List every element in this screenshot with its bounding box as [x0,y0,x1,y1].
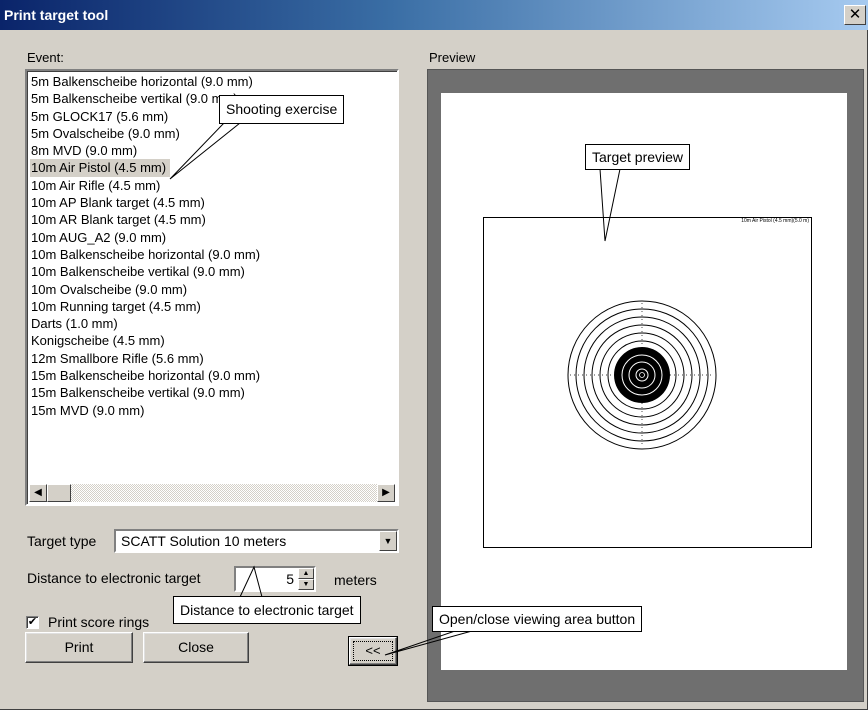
list-item-label: 15m Balkenscheibe vertikal (9.0 mm) [31,385,245,401]
distance-value[interactable]: 5 [286,571,294,587]
list-item[interactable]: 10m AR Blank target (4.5 mm) [30,211,395,228]
list-item-label: 15m Balkenscheibe horizontal (9.0 mm) [31,368,261,384]
list-item[interactable]: 8m MVD (9.0 mm) [30,142,395,159]
close-icon[interactable]: ✕ [844,5,866,25]
target-header: 10m Air Pistol (4.5 mm)(5.0 m) [741,218,809,224]
target-sheet: 10m Air Pistol (4.5 mm)(5.0 m) [483,217,812,548]
callout-shooting-exercise: Shooting exercise [219,95,345,124]
close-button[interactable]: Close [143,632,249,663]
target-type-value: SCATT Solution 10 meters [121,533,287,549]
print-score-rings-checkbox[interactable]: ✔ [26,616,39,629]
list-item-label: 10m Balkenscheibe horizontal (9.0 mm) [31,246,261,262]
list-item-label: 5m Balkenscheibe vertikal (9.0 mm) [31,91,238,107]
list-item-label: 10m AUG_A2 (9.0 mm) [31,229,167,245]
event-listbox[interactable]: 5m Balkenscheibe horizontal (9.0 mm) 5m B… [25,69,399,506]
list-item[interactable]: 10m Air Pistol (4.5 mm) [30,159,395,177]
list-item[interactable]: 15m MVD (9.0 mm) [30,402,395,419]
spin-down-icon[interactable]: ▼ [298,579,314,590]
title-bar: Print target tool ✕ [0,0,868,30]
list-item-label: 8m MVD (9.0 mm) [31,143,138,159]
list-item-label: 10m Running target (4.5 mm) [31,298,201,314]
toggle-preview-label: << [353,641,393,661]
target-rings-icon [567,300,717,450]
list-item[interactable]: 10m AUG_A2 (9.0 mm) [30,229,395,246]
preview-label: Preview [429,50,476,65]
list-item-label: 5m Ovalscheibe (9.0 mm) [31,125,180,141]
list-item-label: 10m AP Blank target (4.5 mm) [31,195,205,211]
list-item-label: 5m GLOCK17 (5.6 mm) [31,108,169,124]
list-item-label: 10m Balkenscheibe vertikal (9.0 mm) [31,264,245,280]
scroll-right-icon[interactable]: ▶ [377,484,395,502]
list-item[interactable]: Konigscheibe (4.5 mm) [30,332,395,349]
list-item[interactable]: 15m Balkenscheibe vertikal (9.0 mm) [30,384,395,401]
list-item[interactable]: 15m Balkenscheibe horizontal (9.0 mm) [30,367,395,384]
target-type-select[interactable]: SCATT Solution 10 meters ▼ [114,529,399,553]
list-item-label: Konigscheibe (4.5 mm) [31,333,165,349]
scroll-left-icon[interactable]: ◀ [29,484,47,502]
toggle-preview-button[interactable]: << [348,636,398,666]
list-item[interactable]: 10m Ovalscheibe (9.0 mm) [30,281,395,298]
list-item-label: 15m MVD (9.0 mm) [31,402,145,418]
list-item-label: 10m Air Pistol (4.5 mm) [30,159,171,177]
list-item[interactable]: 10m Balkenscheibe horizontal (9.0 mm) [30,246,395,263]
target-type-label: Target type [27,533,97,549]
print-score-rings-label[interactable]: Print score rings [48,614,149,630]
scroll-thumb[interactable] [47,484,71,502]
chevron-down-icon[interactable]: ▼ [379,531,397,551]
list-item[interactable]: Darts (1.0 mm) [30,315,395,332]
list-item[interactable]: 12m Smallbore Rifle (5.6 mm) [30,350,395,367]
callout-toggle-button: Open/close viewing area button [432,606,643,632]
callout-target-preview: Target preview [585,144,691,170]
list-item[interactable]: 10m Running target (4.5 mm) [30,298,395,315]
list-item-label: 10m Air Rifle (4.5 mm) [31,177,161,193]
list-item-label: 10m AR Blank target (4.5 mm) [31,212,206,228]
print-button[interactable]: Print [25,632,133,663]
window-title: Print target tool [4,7,109,23]
distance-stepper[interactable]: 5 ▲ ▼ [234,566,316,592]
list-item[interactable]: 5m Ovalscheibe (9.0 mm) [30,125,395,142]
list-item-label: 5m Balkenscheibe horizontal (9.0 mm) [31,74,253,89]
list-item-label: Darts (1.0 mm) [31,316,118,332]
list-item[interactable]: 10m AP Blank target (4.5 mm) [30,194,395,211]
list-item[interactable]: 10m Air Rifle (4.5 mm) [30,177,395,194]
list-item[interactable]: 5m Balkenscheibe horizontal (9.0 mm) [30,73,395,90]
print-target-tool-window: Print target tool ✕ Event: 5m Balkensche… [0,0,868,710]
list-item[interactable]: 10m Balkenscheibe vertikal (9.0 mm) [30,263,395,280]
event-label: Event: [27,50,64,65]
list-item-label: 10m Ovalscheibe (9.0 mm) [31,281,188,297]
callout-distance: Distance to electronic target [173,596,361,624]
event-list-items: 5m Balkenscheibe horizontal (9.0 mm) 5m B… [30,73,395,470]
list-item-label: 12m Smallbore Rifle (5.6 mm) [31,350,204,366]
distance-label: Distance to electronic target [27,570,201,586]
horizontal-scrollbar[interactable]: ◀ ▶ [29,484,395,502]
distance-unit: meters [334,572,377,588]
spin-up-icon[interactable]: ▲ [298,568,314,579]
